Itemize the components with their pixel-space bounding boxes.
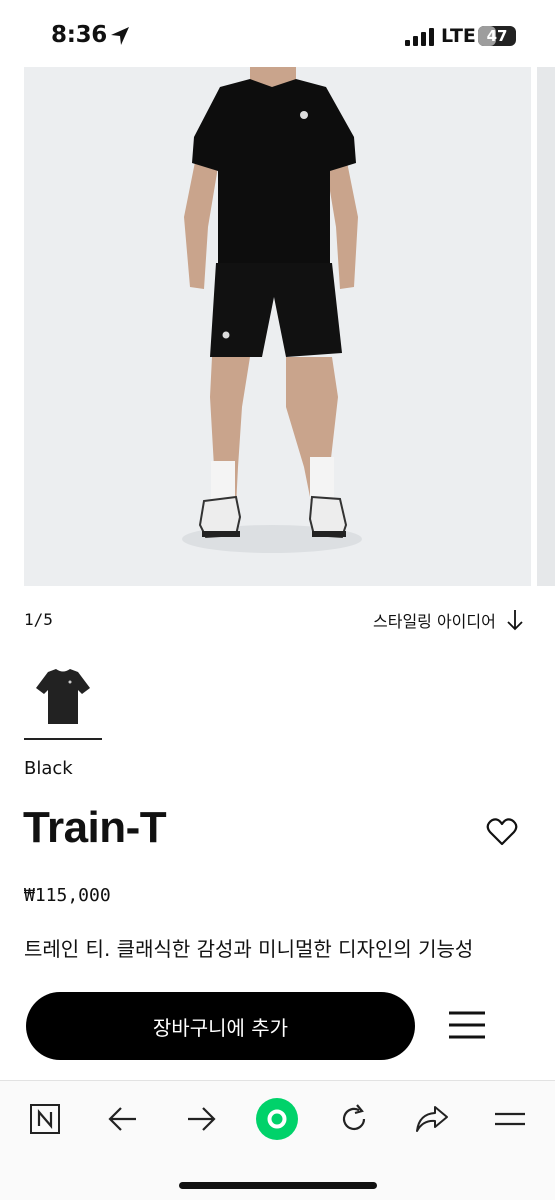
refresh-button[interactable]: [330, 1095, 378, 1143]
share-button[interactable]: [408, 1095, 456, 1143]
color-swatch-black[interactable]: [24, 662, 102, 740]
home-indicator: [179, 1182, 377, 1189]
heart-icon[interactable]: [486, 817, 518, 847]
styling-ideas-link[interactable]: 스타일링 아이디어: [373, 608, 524, 632]
arrow-down-icon: [507, 610, 523, 631]
color-name: Black: [24, 758, 73, 779]
styling-ideas-label: 스타일링 아이디어: [373, 612, 496, 631]
naver-n-button[interactable]: [21, 1095, 69, 1143]
menu-lines-icon: [495, 1112, 525, 1126]
image-counter: 1/5: [24, 610, 53, 629]
network-type: LTE: [441, 25, 476, 47]
forward-arrow-icon: [188, 1107, 216, 1131]
refresh-icon: [342, 1104, 366, 1131]
product-price: ₩115,000: [24, 885, 111, 906]
share-icon: [416, 1106, 448, 1132]
status-bar: 8:36 LTE 47: [0, 0, 555, 68]
product-title: Train-T: [23, 803, 167, 852]
green-home-button[interactable]: [253, 1095, 301, 1143]
green-dot-icon: [256, 1098, 298, 1140]
battery-percent: 47: [486, 27, 508, 45]
next-image-peek[interactable]: [537, 67, 555, 586]
product-gallery[interactable]: [24, 67, 555, 586]
battery-icon: 47: [478, 26, 516, 46]
product-image[interactable]: [24, 67, 531, 586]
product-description: 트레인 티. 클래식한 감성과 미니멀한 디자인의 기능성: [24, 934, 544, 982]
forward-button[interactable]: [177, 1095, 225, 1143]
cart-bar: 장바구니에 추가: [0, 982, 555, 1080]
browser-toolbar: [0, 1080, 555, 1200]
naver-n-icon: [30, 1104, 60, 1134]
browser-menu-button[interactable]: [486, 1095, 534, 1143]
cellular-signal-icon: [405, 28, 434, 46]
back-button[interactable]: [99, 1095, 147, 1143]
status-time: 8:36: [51, 22, 108, 48]
menu-icon[interactable]: [448, 1010, 486, 1040]
model-photo: [182, 67, 362, 553]
tshirt-thumbnail: [36, 669, 90, 724]
product-description-text: 트레인 티. 클래식한 감성과 미니멀한 디자인의 기능성: [24, 937, 474, 961]
back-arrow-icon: [108, 1107, 136, 1131]
add-to-cart-button[interactable]: 장바구니에 추가: [26, 992, 415, 1060]
location-arrow-icon: [111, 27, 129, 45]
